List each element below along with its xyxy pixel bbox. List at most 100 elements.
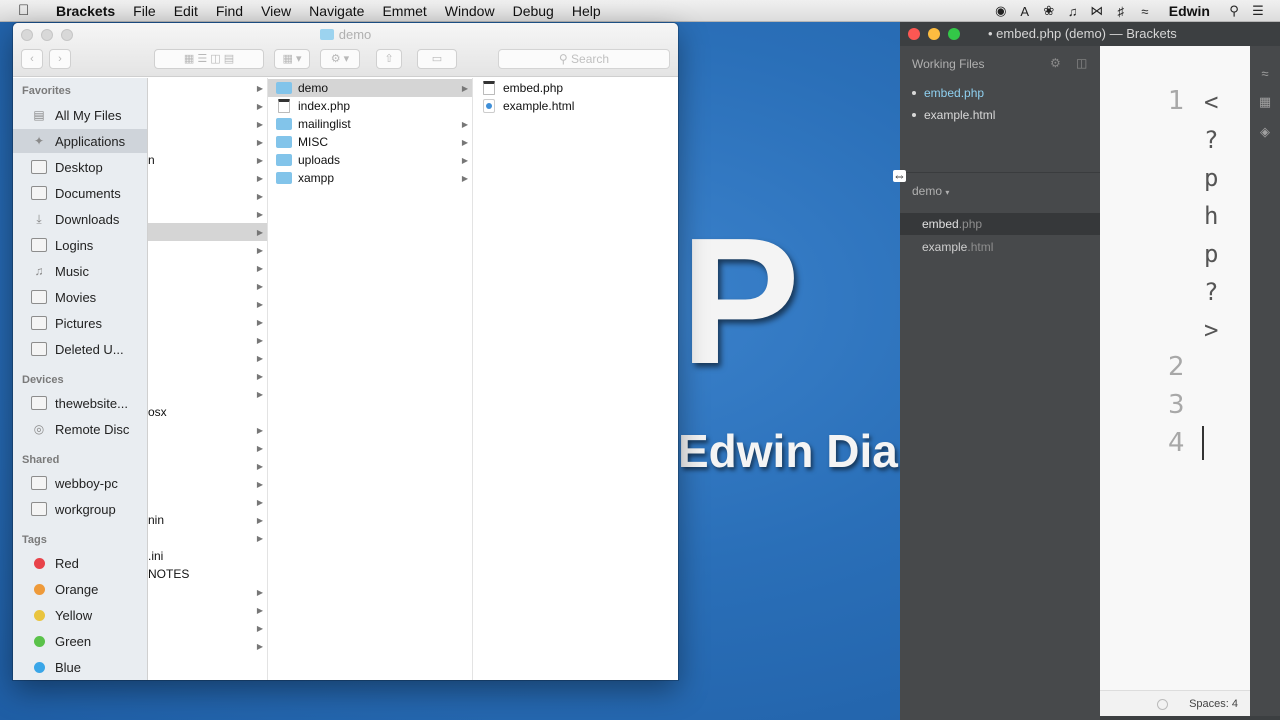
list-item[interactable]: ▶ (148, 187, 267, 205)
tree-item-example-html[interactable]: example.html (900, 236, 1100, 258)
menu-emmet[interactable]: Emmet (382, 3, 426, 19)
live-preview-icon[interactable]: ≈ (1257, 66, 1273, 82)
list-item[interactable]: ▶ (148, 385, 267, 403)
sidebar-item-movies[interactable]: Movies (13, 285, 147, 309)
list-item[interactable]: ▶ (148, 133, 267, 151)
sidebar-item-device-computer[interactable]: thewebsite... (13, 391, 147, 415)
list-item[interactable]: n ▶ (148, 151, 267, 169)
list-item[interactable]: ▶ (148, 97, 267, 115)
list-item-xampp[interactable]: xampp ▶ (268, 169, 472, 187)
text-input-icon[interactable]: A (1017, 4, 1033, 19)
list-item-uploads[interactable]: uploads ▶ (268, 151, 472, 169)
menu-edit[interactable]: Edit (174, 3, 198, 19)
sidebar-item-pictures[interactable]: Pictures (13, 311, 147, 335)
list-item[interactable]: ▶ (148, 205, 267, 223)
menu-file[interactable]: File (133, 3, 156, 19)
working-file-embed-php[interactable]: embed.php (912, 86, 984, 100)
view-mode-segmented-control[interactable]: ▦ ☰ ◫ ▤ (154, 49, 264, 69)
list-item[interactable]: ▶ (148, 313, 267, 331)
brackets-minimize-button[interactable] (928, 28, 940, 40)
brackets-close-button[interactable] (908, 28, 920, 40)
list-item[interactable]: ▶ (148, 295, 267, 313)
list-item[interactable]: osx (148, 403, 267, 421)
list-item[interactable]: ▶ (148, 79, 267, 97)
list-item-demo[interactable]: demo ▶ (268, 79, 472, 97)
sidebar-tag-red[interactable]: Red (13, 551, 147, 575)
list-item-mailinglist[interactable]: mailinglist ▶ (268, 115, 472, 133)
notification-center-icon[interactable]: ☰ (1250, 3, 1266, 19)
list-item[interactable]: ▶ (148, 241, 267, 259)
menu-navigate[interactable]: Navigate (309, 3, 364, 19)
sidebar-item-downloads[interactable]: ⤓ Downloads (13, 207, 147, 231)
sidebar-item-logins[interactable]: Logins (13, 233, 147, 257)
notification-bell-icon[interactable]: ♫ (1065, 4, 1081, 19)
list-item[interactable]: ▶ (148, 259, 267, 277)
list-item[interactable]: ▶ (148, 439, 267, 457)
menu-find[interactable]: Find (216, 3, 243, 19)
bluetooth-icon[interactable]: ⋈ (1089, 3, 1105, 19)
working-file-example-html[interactable]: example.html (912, 108, 995, 122)
wifi-icon[interactable]: ≈ (1137, 4, 1153, 19)
list-item[interactable]: ▶ (148, 421, 267, 439)
sidebar-item-deleted[interactable]: Deleted U... (13, 337, 147, 361)
menu-app-name[interactable]: Brackets (56, 3, 115, 19)
list-item[interactable]: ▶ (148, 637, 267, 655)
sidebar-tag-blue[interactable]: Blue (13, 655, 147, 679)
project-dropdown[interactable]: demo ▾ (912, 184, 949, 198)
forward-button[interactable]: › (49, 49, 71, 69)
list-item[interactable]: ▶ (148, 115, 267, 133)
menu-help[interactable]: Help (572, 3, 601, 19)
action-gear-button[interactable]: ⚙ ▾ (320, 49, 360, 69)
linter-status-icon[interactable] (1157, 699, 1168, 710)
gear-icon[interactable]: ⚙ (1050, 56, 1061, 70)
menu-window[interactable]: Window (445, 3, 495, 19)
list-item-example-html[interactable]: example.html (473, 97, 677, 115)
sidebar-item-applications[interactable]: ✦ Applications (13, 129, 147, 153)
sidebar-item-music[interactable]: ♫ Music (13, 259, 147, 283)
indent-setting[interactable]: Spaces: 4 (1189, 698, 1238, 710)
sidebar-tag-orange[interactable]: Orange (13, 577, 147, 601)
list-item[interactable]: .ini (148, 547, 267, 565)
list-item[interactable]: ▶ (148, 493, 267, 511)
sidebar-tag-yellow[interactable]: Yellow (13, 603, 147, 627)
list-item[interactable]: ▶ (148, 457, 267, 475)
tree-item-embed-php[interactable]: embed.php (900, 213, 1100, 235)
sidebar-item-documents[interactable]: Documents (13, 181, 147, 205)
list-item[interactable]: ▶ (148, 331, 267, 349)
menu-debug[interactable]: Debug (513, 3, 554, 19)
sidebar-item-workgroup[interactable]: workgroup (13, 497, 147, 521)
arrange-button[interactable]: ▦ ▾ (274, 49, 310, 69)
sidebar-item-desktop[interactable]: Desktop (13, 155, 147, 179)
share-button[interactable]: ⇧ (376, 49, 402, 69)
list-item-index-php[interactable]: index.php (268, 97, 472, 115)
list-item[interactable]: ▶ (148, 601, 267, 619)
list-item[interactable]: ▶ (148, 277, 267, 295)
list-item[interactable]: NOTES (148, 565, 267, 583)
list-item[interactable]: ▶ (148, 367, 267, 385)
menu-view[interactable]: View (261, 3, 291, 19)
back-button[interactable]: ‹ (21, 49, 43, 69)
extension-manager-icon[interactable]: ▦ (1257, 94, 1273, 110)
list-item[interactable]: ▶ (148, 619, 267, 637)
list-item-embed-php[interactable]: embed.php (473, 79, 677, 97)
creative-cloud-icon[interactable]: ❀ (1041, 3, 1057, 19)
code-editor[interactable]: 1 < ? p h p ? > 2 3 4 (1100, 46, 1250, 690)
list-item[interactable]: ▶ (148, 529, 267, 547)
brackets-zoom-button[interactable] (948, 28, 960, 40)
apple-menu-icon[interactable]:  (18, 2, 40, 19)
sidebar-item-remote-disc[interactable]: ◎ Remote Disc (13, 417, 147, 441)
record-icon[interactable]: ◉ (993, 3, 1009, 19)
tags-button[interactable]: ▭ (417, 49, 457, 69)
sidebar-item-webboy-pc[interactable]: webboy-pc (13, 471, 147, 495)
volume-icon[interactable]: ♯ (1113, 4, 1129, 19)
finder-search-input[interactable]: ⚲ Search (498, 49, 670, 69)
list-item[interactable]: ▶ (148, 349, 267, 367)
list-item-misc[interactable]: MISC ▶ (268, 133, 472, 151)
list-item[interactable]: nin ▶ (148, 511, 267, 529)
layers-icon[interactable]: ◈ (1257, 124, 1273, 140)
list-item[interactable]: ▶ (148, 583, 267, 601)
sidebar-tag-green[interactable]: Green (13, 629, 147, 653)
spotlight-search-icon[interactable]: ⚲ (1226, 3, 1242, 19)
split-view-icon[interactable]: ◫ (1076, 56, 1087, 70)
list-item[interactable]: ▶ (148, 475, 267, 493)
